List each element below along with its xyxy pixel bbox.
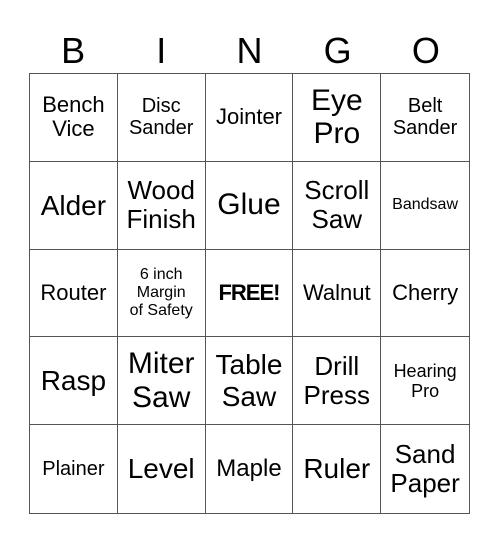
cell-label-line: Bench — [42, 91, 105, 117]
bingo-cell[interactable]: Belt Sander — [381, 74, 469, 162]
bingo-cell[interactable]: Eye Pro — [293, 74, 382, 162]
header-letter-i: I — [156, 30, 167, 71]
cell-label-line: Plainer — [42, 457, 105, 480]
header-letter-g: G — [323, 30, 352, 71]
bingo-header: B I N G O — [29, 28, 470, 73]
cell-label-line: Maple — [216, 454, 282, 482]
cell-label-line: Router — [40, 279, 107, 305]
cell-label: Hearing Pro — [394, 361, 457, 401]
bingo-cell[interactable]: Bandsaw — [381, 162, 469, 250]
cell-label-line: Table — [215, 349, 283, 381]
bingo-cell[interactable]: Glue — [205, 161, 294, 250]
cell-label: FREE! — [218, 279, 280, 306]
cell-label: Eye Pro — [311, 84, 363, 151]
cell-label-line: Vice — [52, 116, 95, 142]
cell-label: Level — [128, 453, 195, 484]
header-letter-o: O — [411, 30, 440, 71]
cell-label: Bandsaw — [392, 196, 458, 214]
bingo-cell[interactable]: Router — [30, 249, 118, 338]
cell-label: Glue — [217, 188, 280, 222]
cell-label-line: Belt — [407, 95, 443, 117]
cell-label-line: Walnut — [302, 279, 371, 305]
cell-label-line: Sand — [394, 438, 456, 469]
cell-label: Drill Press — [303, 350, 371, 410]
cell-label-line: Ruler — [303, 453, 371, 485]
cell-label-line: Sander — [128, 117, 194, 140]
cell-label-line: Cherry — [392, 279, 459, 305]
cell-label-line: Scroll — [304, 175, 370, 206]
bingo-cell[interactable]: Jointer — [205, 74, 294, 162]
bingo-cell[interactable]: Cherry — [381, 250, 469, 338]
cell-label: Wood Finish — [126, 175, 196, 235]
bingo-cell[interactable]: Walnut — [293, 249, 382, 338]
cell-label-line: Press — [303, 379, 371, 410]
cell-label-line: Bandsaw — [392, 196, 458, 214]
cell-label-line: Saw — [311, 204, 363, 235]
cell-label-line: Wood — [127, 175, 195, 206]
cell-label: Jointer — [215, 104, 283, 130]
cell-label-line: Hearing — [393, 360, 457, 381]
cell-label: Router — [40, 279, 107, 306]
cell-label-line: Saw — [221, 380, 277, 412]
cell-label-line: Rasp — [40, 365, 107, 397]
cell-label-line: Jointer — [215, 104, 283, 130]
cell-label-line: Saw — [132, 380, 191, 414]
cell-label-line: Disc — [141, 95, 181, 117]
bingo-cell[interactable]: Plainer — [30, 425, 118, 513]
cell-label: Cherry — [392, 279, 459, 306]
bingo-cell[interactable]: 6 inch Margin of Safety — [117, 249, 206, 338]
cell-label-line: Eye — [310, 83, 363, 117]
bingo-cell[interactable]: Miter Saw — [117, 337, 206, 426]
bingo-cell[interactable]: Wood Finish — [117, 161, 206, 250]
cell-label: Sand Paper — [390, 438, 460, 499]
cell-label: Scroll Saw — [304, 175, 370, 235]
cell-label: Ruler — [303, 453, 370, 484]
cell-label: Maple — [216, 454, 282, 483]
header-letter-b: B — [61, 30, 86, 71]
cell-label-line: Sander — [392, 117, 458, 140]
cell-label-line: Miter — [127, 347, 195, 381]
cell-label: Belt Sander — [393, 95, 458, 140]
bingo-cell[interactable]: Ruler — [293, 425, 382, 513]
bingo-cell[interactable]: Sand Paper — [381, 425, 469, 513]
cell-label: Miter Saw — [128, 347, 195, 414]
bingo-cell[interactable]: Alder — [30, 161, 118, 250]
header-letter-n: N — [236, 30, 263, 71]
cell-label: Plainer — [42, 458, 104, 480]
cell-label: 6 inch Margin of Safety — [130, 266, 193, 320]
bingo-cell[interactable]: Rasp — [30, 337, 118, 426]
cell-label-line: Glue — [217, 188, 281, 222]
cell-label-line: of Safety — [129, 301, 193, 319]
cell-label-line: Pro — [411, 380, 440, 401]
bingo-cell[interactable]: Drill Press — [293, 337, 382, 426]
bingo-cell[interactable]: Table Saw — [205, 337, 294, 426]
cell-label-line: Paper — [390, 468, 460, 499]
cell-label: Alder — [41, 190, 106, 221]
bingo-cell[interactable]: Disc Sander — [117, 74, 206, 162]
cell-label-line: FREE! — [218, 279, 280, 305]
cell-label-line: Alder — [40, 189, 107, 221]
cell-label-line: Margin — [136, 284, 186, 302]
bingo-cell[interactable]: Hearing Pro — [381, 337, 469, 426]
bingo-cell[interactable]: Maple — [206, 425, 294, 513]
cell-label: Rasp — [41, 365, 106, 396]
cell-label-line: Finish — [126, 204, 196, 235]
bingo-cell[interactable]: Scroll Saw — [293, 161, 382, 250]
cell-label-line: Level — [127, 453, 195, 485]
free-space-cell[interactable]: FREE! — [205, 249, 294, 338]
bingo-grid: Bench Vice Disc Sander Jointer Eye Pro Belt Sand… — [29, 73, 470, 514]
cell-label: Walnut — [302, 279, 371, 306]
bingo-cell[interactable]: Level — [118, 425, 206, 513]
cell-label: Disc Sander — [129, 95, 194, 140]
cell-label: Table Saw — [216, 349, 283, 412]
cell-label-line: Pro — [313, 117, 361, 151]
cell-label-line: 6 inch — [139, 266, 183, 284]
cell-label-line: Drill — [314, 350, 360, 381]
cell-label: Bench Vice — [42, 91, 105, 142]
bingo-cell[interactable]: Bench Vice — [30, 74, 118, 162]
